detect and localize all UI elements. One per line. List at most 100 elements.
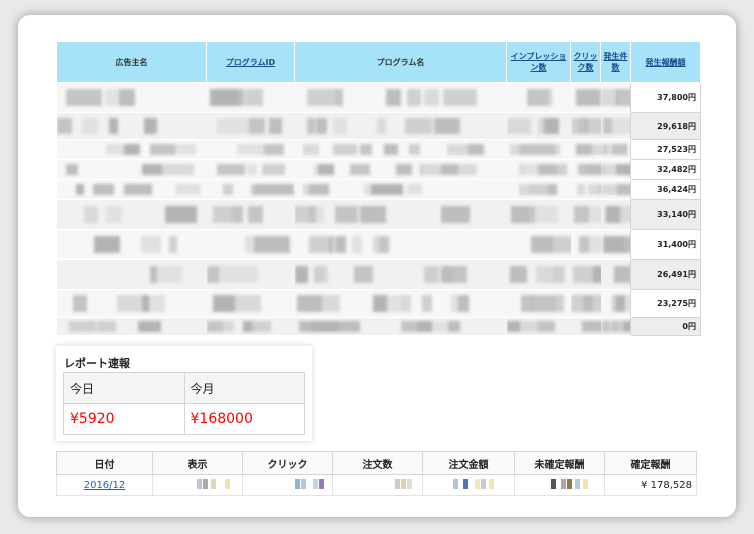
censored-cell [570,159,601,180]
censored-cell [294,229,507,260]
summary-header-impressions: 表示 [152,451,243,475]
censored-cell [600,179,631,200]
reward-cell: 36,424円 [630,179,701,200]
censored-cell [506,139,571,160]
table-row: 26,491円 [56,259,701,290]
censored-cell [294,179,507,200]
table-header-row: 広告主名 プログラムID プログラム名 インプレッション数 クリック数 発生件数… [56,41,701,83]
table-row: 23,275円 [56,289,701,318]
header-clicks-link[interactable]: クリック数 [574,52,598,72]
summary-header-order-amount: 注文金額 [422,451,515,475]
header-occurrences-link[interactable]: 発生件数 [604,52,628,72]
reward-cell: 31,400円 [630,229,701,260]
report-quick-panel: レポート速報 今日 今月 ¥5920 ¥168000 [56,346,312,441]
censored-cell [56,317,207,336]
censored-cell [506,259,571,290]
monthly-summary-table: 日付 表示 クリック 注文数 注文金額 未確定報酬 確定報酬 2016/12 ¥… [56,451,697,496]
summary-order-amount-cell [422,474,515,496]
censored-cell [600,199,631,230]
censored-cell [600,229,631,260]
censored-cell [600,82,631,113]
table-row: 0円 [56,317,701,336]
summary-orders-cell [332,474,423,496]
screenshot-card: 広告主名 プログラムID プログラム名 インプレッション数 クリック数 発生件数… [18,15,736,517]
censored-cell [294,159,507,180]
month-value: ¥168000 [183,403,305,435]
table-row: 32,482円 [56,159,701,180]
censored-cell [56,289,207,318]
reward-cell: 37,800円 [630,82,701,113]
censored-cell [206,259,295,290]
summary-impressions-cell [152,474,243,496]
censored-cell [600,112,631,140]
summary-header-orders: 注文数 [332,451,423,475]
summary-header-date: 日付 [56,451,153,475]
censored-cell [56,82,207,113]
censored-cell [600,259,631,290]
censored-cell [506,179,571,200]
censored-cell [570,139,601,160]
today-label: 今日 [63,372,185,404]
summary-header-row: 日付 表示 クリック 注文数 注文金額 未確定報酬 確定報酬 [56,451,697,475]
censored-cell [570,112,601,140]
censored-cell [56,179,207,200]
summary-confirmed-value: ¥ 178,528 [604,474,697,496]
censored-cell [570,229,601,260]
censored-cell [506,112,571,140]
censored-cell [294,139,507,160]
table-body: 37,800円 29,618円 27,523円 32,482円 36,424円 33,14… [56,82,701,336]
reward-cell: 33,140円 [630,199,701,230]
header-reward-link[interactable]: 発生報酬額 [646,58,686,67]
program-report-table: 広告主名 プログラムID プログラム名 インプレッション数 クリック数 発生件数… [56,41,701,336]
summary-row: 2016/12 ¥ 178,528 [56,474,697,496]
reward-cell: 23,275円 [630,289,701,318]
header-program-name: プログラム名 [294,41,507,83]
censored-cell [56,259,207,290]
censored-cell [206,199,295,230]
censored-cell [294,259,507,290]
censored-cell [206,317,295,336]
censored-cell [600,317,631,336]
summary-header-confirmed: 確定報酬 [604,451,697,475]
censored-cell [294,199,507,230]
summary-date-link[interactable]: 2016/12 [84,480,126,491]
reward-cell: 29,618円 [630,112,701,140]
censored-cell [206,139,295,160]
table-row: 37,800円 [56,82,701,113]
censored-cell [206,82,295,113]
censored-cell [56,229,207,260]
censored-cell [206,159,295,180]
censored-cell [506,289,571,318]
reward-cell: 0円 [630,317,701,336]
censored-cell [206,179,295,200]
table-row: 33,140円 [56,199,701,230]
censored-cell [506,317,571,336]
censored-cell [206,289,295,318]
header-impressions-link[interactable]: インプレッション数 [511,52,567,72]
censored-cell [600,139,631,160]
reward-cell: 27,523円 [630,139,701,160]
table-row: 36,424円 [56,179,701,200]
censored-cell [600,289,631,318]
header-advertiser: 広告主名 [56,41,207,83]
censored-cell [506,229,571,260]
censored-cell [570,179,601,200]
table-row: 27,523円 [56,139,701,160]
censored-cell [56,112,207,140]
table-row: 31,400円 [56,229,701,260]
censored-cell [294,317,507,336]
summary-header-unconfirmed: 未確定報酬 [514,451,605,475]
summary-clicks-cell [242,474,333,496]
censored-cell [570,199,601,230]
reward-cell: 26,491円 [630,259,701,290]
censored-cell [206,229,295,260]
summary-unconfirmed-cell [514,474,605,496]
censored-cell [506,82,571,113]
censored-cell [294,289,507,318]
header-program-id-link[interactable]: プログラムID [226,58,275,67]
summary-header-clicks: クリック [242,451,333,475]
censored-cell [56,199,207,230]
table-row: 29,618円 [56,112,701,140]
report-table: 今日 今月 ¥5920 ¥168000 [63,372,305,435]
censored-cell [294,82,507,113]
